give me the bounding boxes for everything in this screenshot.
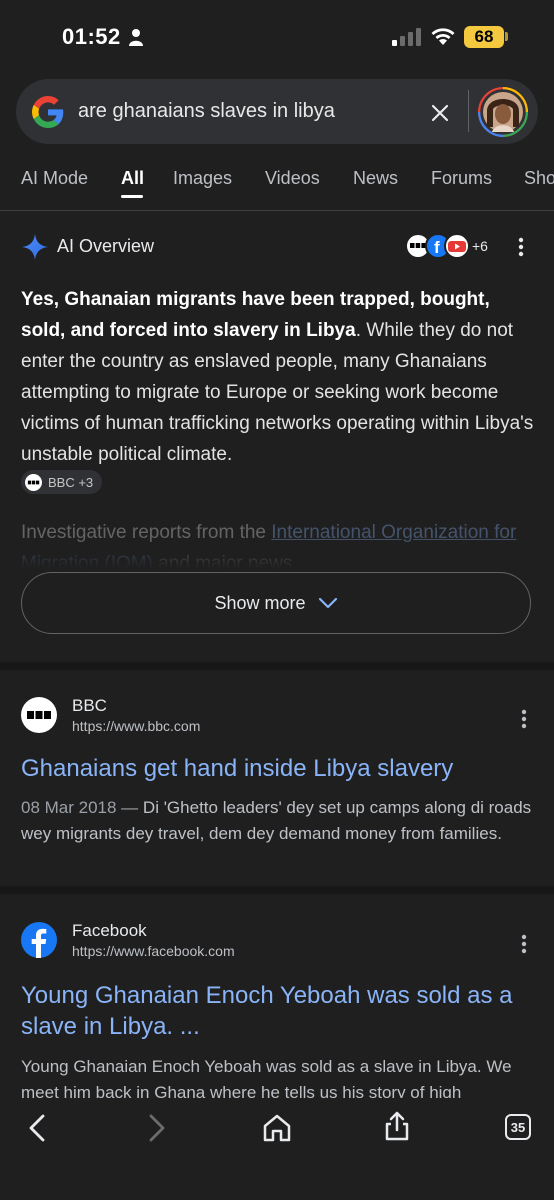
section-separator — [0, 886, 554, 894]
battery-tip — [505, 32, 508, 41]
signal-icon — [392, 28, 421, 46]
result-date: 08 Mar 2018 — — [21, 798, 139, 817]
ai-overview-text: Yes, Ghanaian migrants have been trapped… — [21, 284, 536, 470]
forward-icon[interactable] — [140, 1112, 172, 1144]
tab-videos[interactable]: Videos — [265, 168, 320, 189]
svg-text:f: f — [434, 238, 440, 257]
section-separator — [0, 662, 554, 670]
avatar[interactable] — [478, 87, 528, 137]
source-chip[interactable]: BBC +3 — [21, 470, 103, 494]
tab-all[interactable]: All — [121, 168, 144, 189]
sources-more-count[interactable]: +6 — [472, 238, 488, 254]
ai-sparkle-icon — [22, 234, 48, 260]
source-chip-label: BBC +3 — [48, 474, 94, 490]
bbc-favicon-icon[interactable] — [21, 697, 57, 733]
tab-ai-mode[interactable]: AI Mode — [21, 168, 88, 189]
result-title-link[interactable]: Young Ghanaian Enoch Yeboah was sold as … — [21, 980, 536, 1042]
close-icon[interactable] — [428, 101, 452, 125]
result-snippet: 08 Mar 2018 — Di 'Ghetto leaders' dey se… — [21, 795, 536, 847]
tab-news[interactable]: News — [353, 168, 398, 189]
show-more-button[interactable]: Show more — [21, 572, 531, 634]
result-snippet: Young Ghanaian Enoch Yeboah was sold as … — [21, 1057, 512, 1100]
back-icon[interactable] — [22, 1112, 54, 1144]
result-site-name[interactable]: BBC — [72, 696, 107, 716]
result-url[interactable]: https://www.facebook.com — [72, 943, 235, 959]
tabs-divider — [0, 210, 554, 211]
ai-overview-body-text: . While they do not enter the country as… — [21, 320, 534, 465]
status-time: 01:52 — [62, 24, 121, 49]
result-site-name[interactable]: Facebook — [72, 921, 147, 941]
person-icon — [129, 29, 143, 46]
home-icon[interactable] — [261, 1112, 293, 1144]
ai-overview-title: AI Overview — [57, 236, 155, 256]
facebook-favicon-icon[interactable] — [21, 922, 57, 958]
faded-suffix: and major news — [152, 553, 293, 569]
google-logo-icon[interactable] — [32, 96, 64, 128]
news-source-icon[interactable] — [444, 233, 470, 259]
faded-prefix: Investigative reports from the — [21, 522, 272, 543]
tab-images[interactable]: Images — [173, 168, 232, 189]
tab-count: 35 — [510, 1119, 526, 1135]
tab-shopping[interactable]: Sho — [524, 168, 554, 189]
result-menu-icon[interactable] — [521, 934, 527, 954]
tab-all-underline — [121, 195, 143, 198]
show-more-label: Show more — [214, 592, 306, 613]
result-url[interactable]: https://www.bbc.com — [72, 718, 200, 734]
result-title-link[interactable]: Ghanaians get hand inside Libya slavery — [21, 753, 536, 784]
ai-overview-menu-icon[interactable] — [518, 237, 524, 257]
tab-switcher-button[interactable]: 35 — [505, 1114, 531, 1140]
bbc-chip-icon — [25, 473, 42, 491]
chevron-down-icon — [318, 597, 337, 609]
wifi-icon — [431, 28, 455, 45]
share-icon[interactable] — [381, 1110, 413, 1142]
search-input[interactable]: are ghanaians slaves in libya — [78, 100, 335, 123]
ai-overview-faded-text: Investigative reports from the Internati… — [21, 517, 536, 569]
search-divider — [468, 90, 469, 132]
battery-indicator: 68 — [464, 26, 504, 48]
result-menu-icon[interactable] — [521, 709, 527, 729]
tab-forums[interactable]: Forums — [431, 168, 492, 189]
